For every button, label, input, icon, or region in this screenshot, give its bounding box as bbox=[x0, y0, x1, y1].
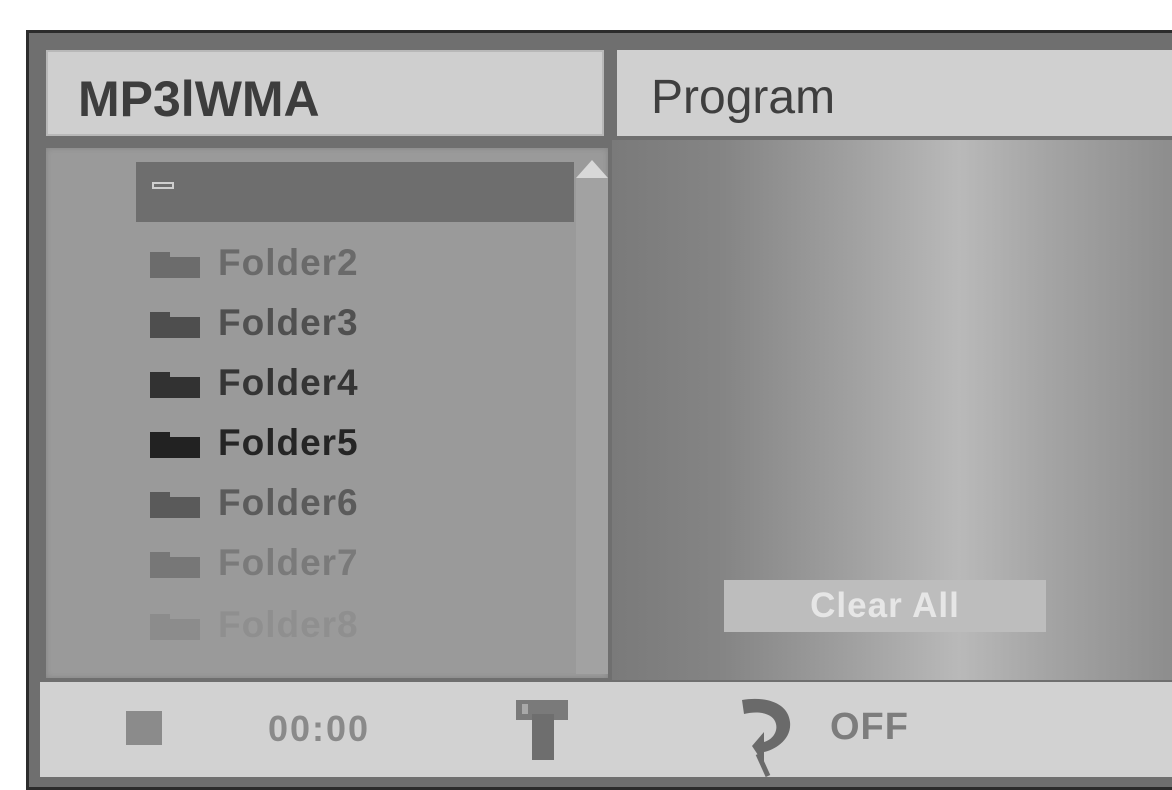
status-bar bbox=[40, 682, 1172, 777]
list-item-folder8[interactable]: Folder8 bbox=[136, 594, 574, 654]
scroll-up-arrow-icon[interactable] bbox=[576, 160, 608, 178]
stop-icon bbox=[126, 711, 162, 745]
parent-folder-icon bbox=[152, 182, 174, 189]
list-item-label: Folder4 bbox=[218, 362, 359, 403]
folder-icon bbox=[150, 492, 200, 518]
clear-all-button[interactable]: Clear All bbox=[724, 580, 1046, 632]
list-item-folder2[interactable]: Folder2 bbox=[136, 232, 574, 292]
list-item-folder5[interactable]: Folder5 bbox=[136, 412, 574, 472]
list-item-label: Folder8 bbox=[218, 604, 359, 645]
folder-icon bbox=[150, 552, 200, 578]
mp3-wma-header: MP3lWMA bbox=[46, 50, 604, 136]
program-title: Program bbox=[651, 71, 836, 124]
mp3-wma-title: MP3lWMA bbox=[78, 71, 320, 127]
list-item-label: Folder7 bbox=[218, 542, 359, 583]
elapsed-time: 00:00 bbox=[268, 708, 371, 749]
list-item-label: Folder2 bbox=[218, 242, 359, 283]
list-item-label: Folder3 bbox=[218, 302, 359, 343]
list-item-label: Folder5 bbox=[218, 422, 359, 463]
scrollbar[interactable] bbox=[576, 178, 608, 674]
list-item-folder3[interactable]: Folder3 bbox=[136, 292, 574, 352]
list-item-folder7[interactable]: Folder7 bbox=[136, 532, 574, 592]
repeat-status: OFF bbox=[830, 706, 909, 748]
list-item-folder4[interactable]: Folder4 bbox=[136, 352, 574, 412]
list-item-parent-folder[interactable] bbox=[136, 162, 574, 222]
title-icon bbox=[516, 700, 568, 760]
list-item-folder6[interactable]: Folder6 bbox=[136, 472, 574, 532]
folder-icon bbox=[150, 312, 200, 338]
folder-icon bbox=[150, 372, 200, 398]
repeat-icon bbox=[742, 698, 791, 777]
folder-icon bbox=[150, 614, 200, 640]
folder-icon bbox=[150, 432, 200, 458]
list-item-label: Folder6 bbox=[218, 482, 359, 523]
folder-icon bbox=[150, 252, 200, 278]
program-header: Program bbox=[617, 50, 1172, 136]
